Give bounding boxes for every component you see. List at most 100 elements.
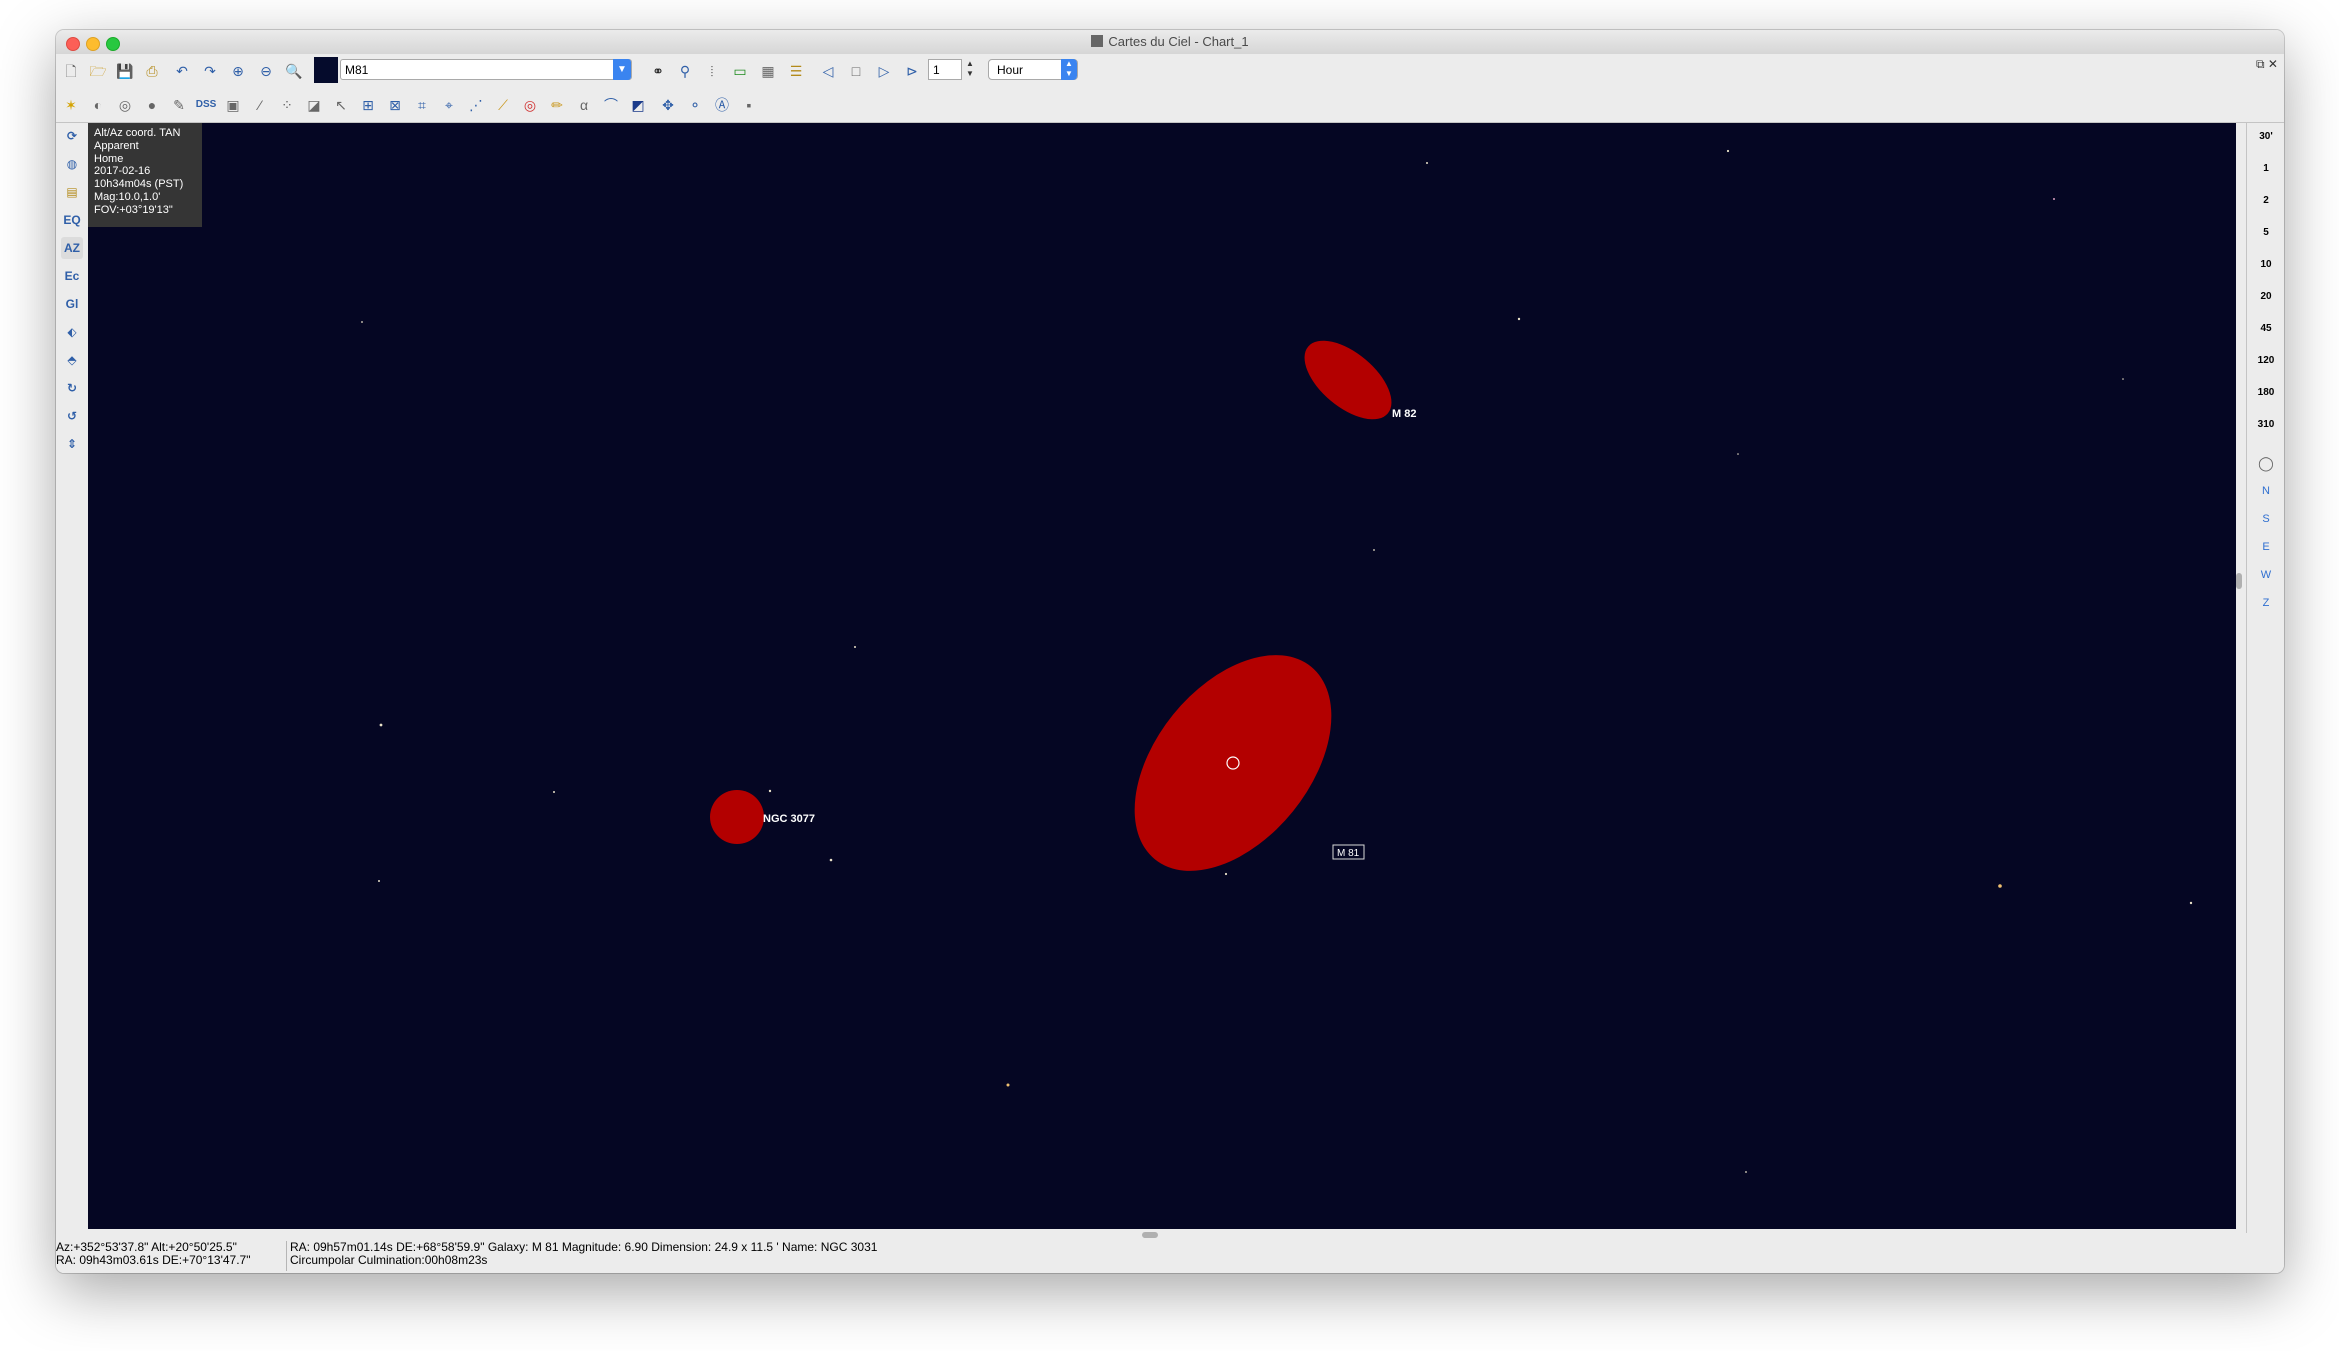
new-chart-icon[interactable]: 🗋 xyxy=(59,59,83,83)
star xyxy=(1373,549,1375,551)
star xyxy=(1006,1083,1010,1087)
sky-chart[interactable]: M 82 NGC 3077 M 81 Alt/Az coord. TAN App… xyxy=(88,123,2236,1229)
time-unit-select[interactable]: Hour ▲ ▼ xyxy=(988,59,1078,80)
east-button[interactable]: E xyxy=(2247,537,2284,557)
fov-info: FOV:+03°19'13" xyxy=(94,203,173,216)
fov-30min-button[interactable]: 30' xyxy=(2247,127,2284,147)
boundaries-icon[interactable]: ⌖ xyxy=(437,93,461,117)
select-arrows-icon[interactable]: ▲ ▼ xyxy=(1061,59,1077,80)
step-forward-icon[interactable]: ⊳ xyxy=(900,59,924,83)
find-icon[interactable]: 🔍 xyxy=(282,59,306,83)
zoom-out-icon[interactable]: ⊖ xyxy=(254,59,278,83)
zenith-button[interactable]: Z xyxy=(2247,593,2284,613)
pencil-icon[interactable]: ✏ xyxy=(545,93,569,117)
open-folder-icon[interactable]: 🗁 xyxy=(86,59,110,83)
globe-icon[interactable]: ◍ xyxy=(61,153,83,175)
nebula-icon[interactable]: ◐ xyxy=(86,93,110,117)
chevron-down-icon[interactable]: ▼ xyxy=(613,59,631,80)
line-tool-icon[interactable]: ⁄ xyxy=(248,93,272,117)
flip-vertical-icon[interactable]: ⬘ xyxy=(61,349,83,371)
telescope-icon[interactable]: ⚬ xyxy=(683,93,707,117)
vertical-scroll-handle[interactable] xyxy=(2236,573,2242,589)
columns-icon[interactable]: ⦙ xyxy=(700,59,724,83)
fov-180-button[interactable]: 180 xyxy=(2247,383,2284,403)
alpha-icon[interactable]: α xyxy=(572,93,596,117)
object-culmination: Circumpolar Culmination:00h08m23s xyxy=(290,1253,488,1267)
horizon-icon[interactable]: ▭ xyxy=(728,59,752,83)
fov-1-button[interactable]: 1 xyxy=(2247,159,2284,179)
asteroid-icon[interactable]: ✎ xyxy=(167,93,191,117)
search-object-combo[interactable]: M81 ▼ xyxy=(340,59,632,80)
title-bar: Cartes du Ciel - Chart_1 xyxy=(56,30,2284,55)
play-icon[interactable]: ▷ xyxy=(872,59,896,83)
galaxy-ngc3077[interactable] xyxy=(710,790,764,844)
settings-list-icon[interactable]: ☰ xyxy=(784,59,808,83)
star xyxy=(378,880,380,882)
fov-45-button[interactable]: 45 xyxy=(2247,319,2284,339)
cursor-icon[interactable]: ↖ xyxy=(329,93,353,117)
star xyxy=(361,321,363,323)
flip-horizontal-icon[interactable]: ⬖ xyxy=(61,321,83,343)
west-button[interactable]: W xyxy=(2247,565,2284,585)
north-button[interactable]: N xyxy=(2247,481,2284,501)
grid-az-icon[interactable]: ⊠ xyxy=(383,93,407,117)
time-step-input[interactable]: 1 xyxy=(928,59,962,80)
galaxy-icon[interactable]: ◎ xyxy=(113,93,137,117)
star xyxy=(854,646,856,648)
galaxy-m81[interactable] xyxy=(1095,618,1371,908)
restore-close-icon[interactable]: ⧉ ✕ xyxy=(2256,57,2278,72)
scale-icon[interactable]: ⌗ xyxy=(410,93,434,117)
rotate-left-icon[interactable]: ↺ xyxy=(61,405,83,427)
fov-120-button[interactable]: 120 xyxy=(2247,351,2284,371)
planet-icon[interactable]: ● xyxy=(140,93,164,117)
step-back-icon[interactable]: ◁ xyxy=(816,59,840,83)
grid-eq-icon[interactable]: ⊞ xyxy=(356,93,380,117)
binoculars-icon[interactable]: ⚭ xyxy=(646,59,670,83)
ruler-icon[interactable]: ⟋ xyxy=(491,93,515,117)
vertical-arrows-icon[interactable]: ⇕ xyxy=(61,433,83,455)
fov-10-button[interactable]: 10 xyxy=(2247,255,2284,275)
south-button[interactable]: S xyxy=(2247,509,2284,529)
fov-5-button[interactable]: 5 xyxy=(2247,223,2284,243)
constellation-icon[interactable]: ⁘ xyxy=(275,93,299,117)
gl-button[interactable]: Gl xyxy=(61,293,83,315)
fov-2-button[interactable]: 2 xyxy=(2247,191,2284,211)
refresh-icon[interactable]: ⟳ xyxy=(61,125,83,147)
rotate-right-icon[interactable]: ↻ xyxy=(61,377,83,399)
monitor-icon[interactable]: ▪ xyxy=(737,93,761,117)
milky-way-icon[interactable]: ◪ xyxy=(302,93,326,117)
chart-preview-icon[interactable] xyxy=(314,57,338,83)
stop-icon[interactable]: □ xyxy=(844,59,868,83)
fov-310-button[interactable]: 310 xyxy=(2247,415,2284,435)
move-icon[interactable]: ✥ xyxy=(656,93,680,117)
stepper-arrows-icon[interactable]: ▲ ▼ xyxy=(964,59,976,81)
undo-icon[interactable]: ↶ xyxy=(170,59,194,83)
star xyxy=(1998,884,2002,888)
star xyxy=(1517,317,1521,321)
redo-icon[interactable]: ↷ xyxy=(198,59,222,83)
cursor-coordinates: Az:+352°53'37.8" Alt:+20°50'25.5" RA: 09… xyxy=(56,1241,250,1267)
ec-button[interactable]: Ec xyxy=(61,265,83,287)
labels-icon[interactable]: ⋰ xyxy=(464,93,488,117)
night-vision-icon[interactable]: ◩ xyxy=(626,93,650,117)
image-icon[interactable]: ▣ xyxy=(221,93,245,117)
observer-icon[interactable]: ⚲ xyxy=(673,59,697,83)
horizon-line-icon[interactable]: ⌒ xyxy=(599,93,623,117)
text-icon[interactable]: Ⓐ xyxy=(710,93,734,117)
stars-icon[interactable]: ✶ xyxy=(59,93,83,117)
eq-button[interactable]: EQ xyxy=(61,209,83,231)
target-icon[interactable]: ◎ xyxy=(518,93,542,117)
az-button[interactable]: AZ xyxy=(61,237,83,259)
save-icon[interactable]: 💾 xyxy=(113,59,137,83)
config-icon[interactable]: ▤ xyxy=(61,181,83,203)
galaxy-m82[interactable] xyxy=(1291,326,1405,434)
sky-chart-canvas[interactable]: M 82 NGC 3077 M 81 xyxy=(88,123,2236,1229)
print-icon[interactable]: ⎙ xyxy=(140,59,164,83)
zoom-in-icon[interactable]: ⊕ xyxy=(226,59,250,83)
fov-20-button[interactable]: 20 xyxy=(2247,287,2284,307)
calendar-icon[interactable]: ▦ xyxy=(756,59,780,83)
zenith-circle-icon[interactable]: ◯ xyxy=(2247,453,2284,473)
status-bar: Az:+352°53'37.8" Alt:+20°50'25.5" RA: 09… xyxy=(56,1239,2284,1273)
horizontal-scroll-handle[interactable] xyxy=(1142,1232,1158,1238)
dss-button[interactable]: DSS xyxy=(194,93,218,117)
